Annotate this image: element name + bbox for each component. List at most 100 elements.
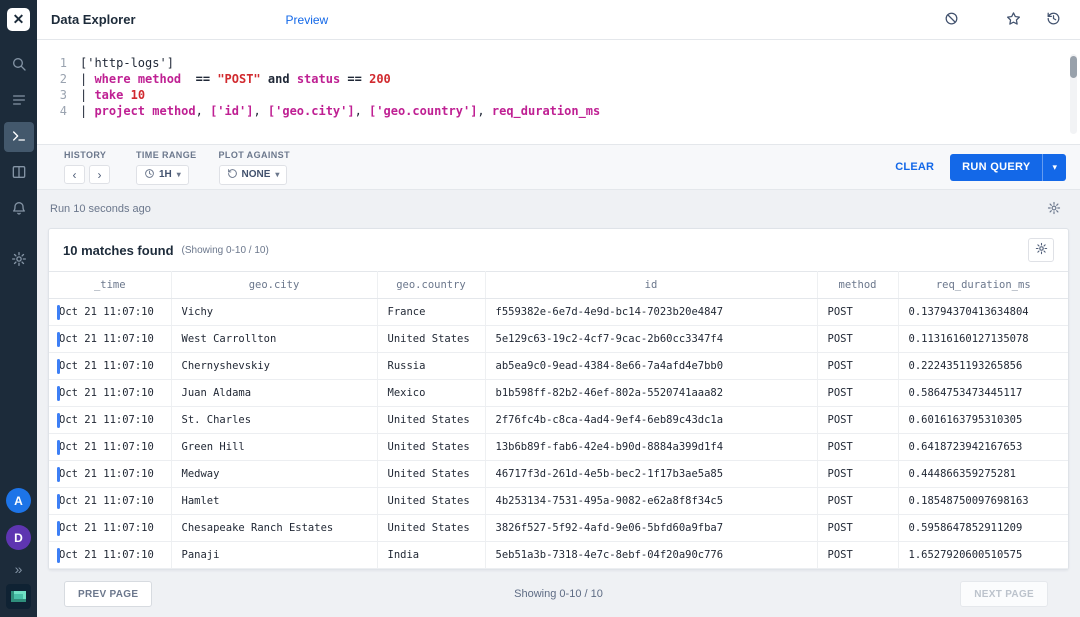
cell-method[interactable]: POST bbox=[817, 434, 898, 461]
cell-method[interactable]: POST bbox=[817, 326, 898, 353]
table-row[interactable]: Oct 21 11:07:10St. CharlesUnited States2… bbox=[49, 407, 1068, 434]
app-logo[interactable]: ✕ bbox=[7, 8, 30, 31]
cell-duration[interactable]: 0.6418723942167653 bbox=[898, 434, 1068, 461]
cell-country[interactable]: United States bbox=[377, 407, 485, 434]
cell-city[interactable]: Chesapeake Ranch Estates bbox=[171, 515, 377, 542]
cell-id[interactable]: 2f76fc4b-c8ca-4ad4-9ef4-6eb89c43dc1a bbox=[485, 407, 817, 434]
cell-method[interactable]: POST bbox=[817, 488, 898, 515]
cell-id[interactable]: 5eb51a3b-7318-4e7c-8ebf-04f20a90c776 bbox=[485, 542, 817, 569]
cell-method[interactable]: POST bbox=[817, 299, 898, 326]
cell-country[interactable]: United States bbox=[377, 326, 485, 353]
query-history-button[interactable] bbox=[1040, 7, 1066, 33]
cell-city[interactable]: St. Charles bbox=[171, 407, 377, 434]
column-header-geo-city[interactable]: geo.city bbox=[171, 272, 377, 299]
table-row[interactable]: Oct 21 11:07:10ChernyshevskiyRussiaab5ea… bbox=[49, 353, 1068, 380]
cell-time[interactable]: Oct 21 11:07:10 bbox=[49, 299, 171, 326]
cell-method[interactable]: POST bbox=[817, 542, 898, 569]
cell-city[interactable]: Panaji bbox=[171, 542, 377, 569]
cell-country[interactable]: United States bbox=[377, 488, 485, 515]
sidebar-item-alerts[interactable] bbox=[4, 194, 34, 224]
next-page-button[interactable]: NEXT PAGE bbox=[960, 581, 1048, 607]
avatar-d[interactable]: D bbox=[6, 525, 31, 550]
code-line[interactable]: 3| take 10 bbox=[47, 87, 1062, 103]
table-row[interactable]: Oct 21 11:07:10Green HillUnited States13… bbox=[49, 434, 1068, 461]
table-row[interactable]: Oct 21 11:07:10Chesapeake Ranch EstatesU… bbox=[49, 515, 1068, 542]
cell-time[interactable]: Oct 21 11:07:10 bbox=[49, 461, 171, 488]
cell-country[interactable]: Mexico bbox=[377, 380, 485, 407]
code-line[interactable]: 1['http-logs'] bbox=[47, 55, 1062, 71]
column-header-geo-country[interactable]: geo.country bbox=[377, 272, 485, 299]
cell-id[interactable]: f559382e-6e7d-4e9d-bc14-7023b20e4847 bbox=[485, 299, 817, 326]
cell-id[interactable]: ab5ea9c0-9ead-4384-8e66-7a4afd4e7bb0 bbox=[485, 353, 817, 380]
cell-time[interactable]: Oct 21 11:07:10 bbox=[49, 380, 171, 407]
chevron-down-icon[interactable]: ▾ bbox=[1043, 162, 1066, 173]
cell-time[interactable]: Oct 21 11:07:10 bbox=[49, 434, 171, 461]
cell-duration[interactable]: 0.444866359275281 bbox=[898, 461, 1068, 488]
star-button[interactable] bbox=[1000, 7, 1026, 33]
time-range-dropdown[interactable]: 1H ▾ bbox=[136, 165, 189, 185]
cell-time[interactable]: Oct 21 11:07:10 bbox=[49, 542, 171, 569]
cell-method[interactable]: POST bbox=[817, 515, 898, 542]
results-settings-button[interactable] bbox=[1041, 196, 1067, 222]
disable-button[interactable] bbox=[938, 7, 964, 33]
sidebar-item-streams[interactable] bbox=[4, 86, 34, 116]
cell-country[interactable]: France bbox=[377, 299, 485, 326]
cell-id[interactable]: 3826f527-5f92-4afd-9e06-5bfd60a9fba7 bbox=[485, 515, 817, 542]
cell-city[interactable]: Vichy bbox=[171, 299, 377, 326]
table-row[interactable]: Oct 21 11:07:10West CarrolltonUnited Sta… bbox=[49, 326, 1068, 353]
table-row[interactable]: Oct 21 11:07:10HamletUnited States4b2531… bbox=[49, 488, 1068, 515]
cell-time[interactable]: Oct 21 11:07:10 bbox=[49, 488, 171, 515]
cell-method[interactable]: POST bbox=[817, 461, 898, 488]
column-header-id[interactable]: id bbox=[485, 272, 817, 299]
cell-duration[interactable]: 1.6527920600510575 bbox=[898, 542, 1068, 569]
history-forward-button[interactable]: › bbox=[89, 165, 110, 184]
editor-scrollbar-thumb[interactable] bbox=[1070, 56, 1077, 78]
cell-city[interactable]: West Carrollton bbox=[171, 326, 377, 353]
code-line[interactable]: 2| where method == "POST" and status == … bbox=[47, 71, 1062, 87]
prev-page-button[interactable]: PREV PAGE bbox=[64, 581, 152, 607]
code-line[interactable]: 4| project method, ['id'], ['geo.city'],… bbox=[47, 103, 1062, 119]
cell-duration[interactable]: 0.2224351193265856 bbox=[898, 353, 1068, 380]
cell-id[interactable]: b1b598ff-82b2-46ef-802a-5520741aaa82 bbox=[485, 380, 817, 407]
run-query-button[interactable]: RUN QUERY ▾ bbox=[950, 154, 1066, 181]
cell-duration[interactable]: 0.18548750097698163 bbox=[898, 488, 1068, 515]
cell-country[interactable]: Russia bbox=[377, 353, 485, 380]
cell-duration[interactable]: 0.5958647852911209 bbox=[898, 515, 1068, 542]
table-row[interactable]: Oct 21 11:07:10VichyFrancef559382e-6e7d-… bbox=[49, 299, 1068, 326]
cell-city[interactable]: Medway bbox=[171, 461, 377, 488]
cell-country[interactable]: United States bbox=[377, 461, 485, 488]
expand-sidebar-button[interactable]: » bbox=[15, 562, 23, 576]
table-settings-button[interactable] bbox=[1028, 238, 1054, 262]
cell-method[interactable]: POST bbox=[817, 353, 898, 380]
cell-method[interactable]: POST bbox=[817, 407, 898, 434]
cell-time[interactable]: Oct 21 11:07:10 bbox=[49, 326, 171, 353]
sidebar-item-settings[interactable] bbox=[4, 245, 34, 275]
cell-country[interactable]: United States bbox=[377, 434, 485, 461]
table-row[interactable]: Oct 21 11:07:10Juan AldamaMexicob1b598ff… bbox=[49, 380, 1068, 407]
cell-time[interactable]: Oct 21 11:07:10 bbox=[49, 353, 171, 380]
workspace-avatar[interactable] bbox=[6, 584, 31, 609]
cell-duration[interactable]: 0.13794370413634804 bbox=[898, 299, 1068, 326]
cell-city[interactable]: Chernyshevskiy bbox=[171, 353, 377, 380]
preview-link[interactable]: Preview bbox=[286, 13, 329, 27]
column-header-method[interactable]: method bbox=[817, 272, 898, 299]
cell-method[interactable]: POST bbox=[817, 380, 898, 407]
sidebar-item-search[interactable] bbox=[4, 50, 34, 80]
table-row[interactable]: Oct 21 11:07:10PanajiIndia5eb51a3b-7318-… bbox=[49, 542, 1068, 569]
table-row[interactable]: Oct 21 11:07:10MedwayUnited States46717f… bbox=[49, 461, 1068, 488]
avatar-a[interactable]: A bbox=[6, 488, 31, 513]
cell-city[interactable]: Juan Aldama bbox=[171, 380, 377, 407]
cell-time[interactable]: Oct 21 11:07:10 bbox=[49, 515, 171, 542]
plot-against-dropdown[interactable]: NONE ▾ bbox=[219, 165, 288, 185]
cell-city[interactable]: Green Hill bbox=[171, 434, 377, 461]
cell-id[interactable]: 4b253134-7531-495a-9082-e62a8f8f34c5 bbox=[485, 488, 817, 515]
clear-button[interactable]: CLEAR bbox=[895, 161, 934, 173]
cell-id[interactable]: 46717f3d-261d-4e5b-bec2-1f17b3ae5a85 bbox=[485, 461, 817, 488]
column-header-req-duration-ms[interactable]: req_duration_ms bbox=[898, 272, 1068, 299]
sidebar-item-explorer[interactable] bbox=[4, 122, 34, 152]
history-back-button[interactable]: ‹ bbox=[64, 165, 85, 184]
cell-time[interactable]: Oct 21 11:07:10 bbox=[49, 407, 171, 434]
cell-country[interactable]: India bbox=[377, 542, 485, 569]
cell-duration[interactable]: 0.11316160127135078 bbox=[898, 326, 1068, 353]
column-header-time[interactable]: _time bbox=[49, 272, 171, 299]
